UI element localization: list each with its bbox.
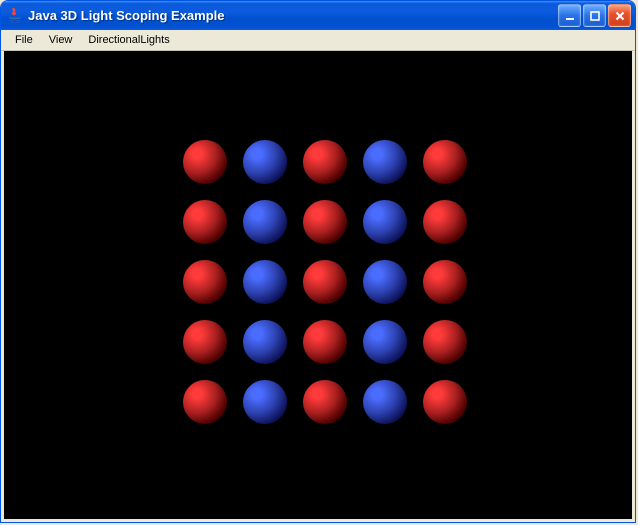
red-sphere xyxy=(303,260,347,304)
close-icon xyxy=(614,10,626,22)
maximize-button[interactable] xyxy=(583,4,606,27)
blue-sphere xyxy=(243,140,287,184)
blue-sphere xyxy=(363,200,407,244)
window-controls xyxy=(558,4,631,27)
sphere-grid xyxy=(4,51,632,519)
blue-sphere xyxy=(363,140,407,184)
render-canvas xyxy=(4,51,632,519)
red-sphere xyxy=(183,140,227,184)
red-sphere xyxy=(423,260,467,304)
red-sphere xyxy=(423,320,467,364)
blue-sphere xyxy=(243,200,287,244)
blue-sphere xyxy=(363,320,407,364)
red-sphere xyxy=(303,200,347,244)
red-sphere xyxy=(183,200,227,244)
red-sphere xyxy=(183,320,227,364)
red-sphere xyxy=(423,140,467,184)
maximize-icon xyxy=(589,10,601,22)
blue-sphere xyxy=(243,320,287,364)
app-window: Java 3D Light Scoping Example File View … xyxy=(0,0,636,523)
minimize-button[interactable] xyxy=(558,4,581,27)
close-button[interactable] xyxy=(608,4,631,27)
red-sphere xyxy=(183,260,227,304)
window-title: Java 3D Light Scoping Example xyxy=(28,8,558,23)
red-sphere xyxy=(303,140,347,184)
java-app-icon xyxy=(7,8,23,24)
menu-directionallights[interactable]: DirectionalLights xyxy=(80,32,177,48)
red-sphere xyxy=(423,380,467,424)
blue-sphere xyxy=(363,380,407,424)
blue-sphere xyxy=(243,380,287,424)
red-sphere xyxy=(183,380,227,424)
red-sphere xyxy=(303,320,347,364)
blue-sphere xyxy=(363,260,407,304)
titlebar: Java 3D Light Scoping Example xyxy=(1,1,635,30)
menu-view[interactable]: View xyxy=(41,32,81,48)
red-sphere xyxy=(423,200,467,244)
menubar: File View DirectionalLights xyxy=(1,30,635,51)
blue-sphere xyxy=(243,260,287,304)
minimize-icon xyxy=(564,10,576,22)
menu-file[interactable]: File xyxy=(7,32,41,48)
red-sphere xyxy=(303,380,347,424)
